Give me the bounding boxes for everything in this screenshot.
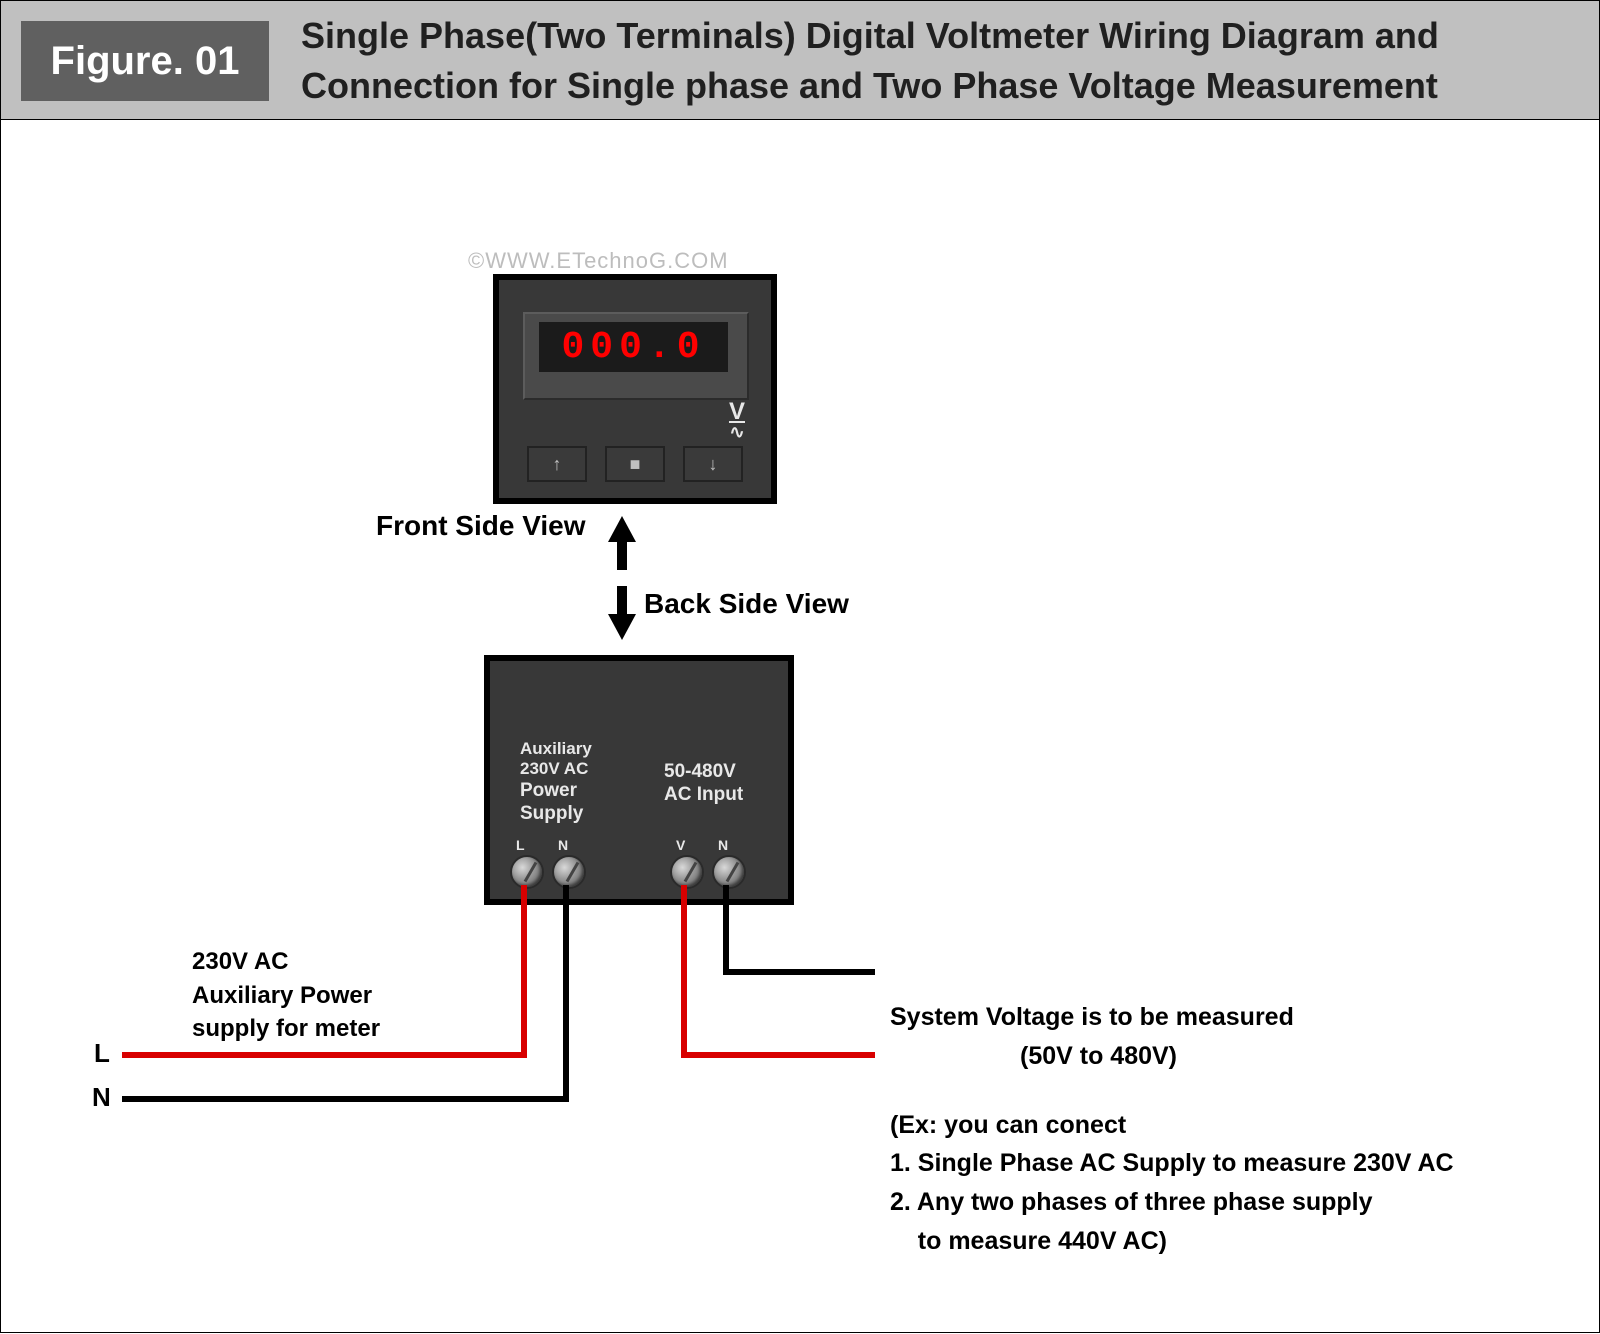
aux-supply-line3: supply for meter — [192, 1015, 380, 1042]
terminal-letter-aux-N: N — [558, 837, 568, 853]
terminal-in-N — [712, 855, 746, 889]
wire-end-L: L — [94, 1038, 110, 1069]
aux-supply-caption: Auxiliary 230V AC Power Supply — [520, 739, 630, 825]
example-2: 2. Any two phases of three phase supply — [890, 1188, 1373, 1216]
arrow-up-icon — [608, 516, 636, 542]
aux-supply-line2: Auxiliary Power — [192, 982, 372, 1009]
connection-examples: (Ex: you can conect 1. Single Phase AC S… — [890, 1106, 1570, 1261]
ac-input-caption: 50-480V AC Input — [664, 761, 774, 807]
example-intro: (Ex: you can conect — [890, 1111, 1126, 1139]
system-voltage-description: System Voltage is to be measured (50V to… — [890, 998, 1570, 1261]
example-2b: to measure 440V AC) — [890, 1227, 1167, 1255]
figure-number-box: Figure. 01 — [21, 21, 269, 101]
aux-line4: Supply — [520, 803, 583, 824]
voltmeter-display: 000.0 — [539, 322, 728, 372]
sys-voltage-range: (50V to 480V) — [1020, 1042, 1177, 1070]
back-side-label: Back Side View — [644, 588, 849, 620]
wire-in-N-horizontal — [723, 969, 875, 975]
watermark-text: ©WWW.ETechnoG.COM — [468, 248, 729, 274]
voltmeter-unit-label: V ∿ — [729, 398, 745, 443]
voltmeter-back: Auxiliary 230V AC Power Supply 50-480V A… — [484, 655, 794, 905]
voltmeter-front: 000.0 V ∿ ↑ ■ ↓ — [493, 274, 777, 504]
terminal-in-V — [670, 855, 704, 889]
terminal-letter-in-N: N — [718, 837, 728, 853]
header-bar: Figure. 01 Single Phase(Two Terminals) D… — [0, 0, 1600, 120]
wire-in-V-horizontal — [681, 1052, 875, 1058]
aux-supply-line1: 230V AC — [192, 948, 289, 975]
wire-aux-N-horizontal — [122, 1096, 569, 1102]
figure-title: Single Phase(Two Terminals) Digital Volt… — [301, 11, 1561, 112]
sys-voltage-heading: System Voltage is to be measured — [890, 1003, 1294, 1031]
aux-line1: Auxiliary — [520, 739, 592, 758]
wire-aux-N-vertical — [563, 885, 569, 1102]
example-1: 1. Single Phase AC Supply to measure 230… — [890, 1149, 1454, 1177]
aux-line3: Power — [520, 780, 577, 801]
voltmeter-stop-button[interactable]: ■ — [605, 446, 665, 482]
terminal-aux-L — [510, 855, 544, 889]
wire-aux-L-horizontal — [122, 1052, 527, 1058]
terminal-letter-aux-L: L — [516, 837, 525, 853]
arrow-down-icon — [608, 614, 636, 640]
input-line2: AC Input — [664, 784, 743, 805]
diagram-canvas: Figure. 01 Single Phase(Two Terminals) D… — [0, 0, 1600, 1334]
wire-end-N: N — [92, 1082, 111, 1113]
terminal-aux-N — [552, 855, 586, 889]
aux-line2: 230V AC — [520, 759, 588, 778]
front-side-label: Front Side View — [376, 510, 586, 542]
voltmeter-down-button[interactable]: ↓ — [683, 446, 743, 482]
aux-supply-description: 230V AC Auxiliary Power supply for meter — [192, 945, 380, 1046]
wire-aux-L-vertical — [521, 885, 527, 1058]
voltmeter-up-button[interactable]: ↑ — [527, 446, 587, 482]
wire-in-V-vertical — [681, 885, 687, 1058]
wire-in-N-vertical — [723, 885, 729, 975]
terminal-letter-in-V: V — [676, 837, 685, 853]
unit-ac-icon: ∿ — [729, 422, 745, 443]
input-line1: 50-480V — [664, 761, 736, 782]
voltmeter-button-row: ↑ ■ ↓ — [499, 446, 771, 488]
